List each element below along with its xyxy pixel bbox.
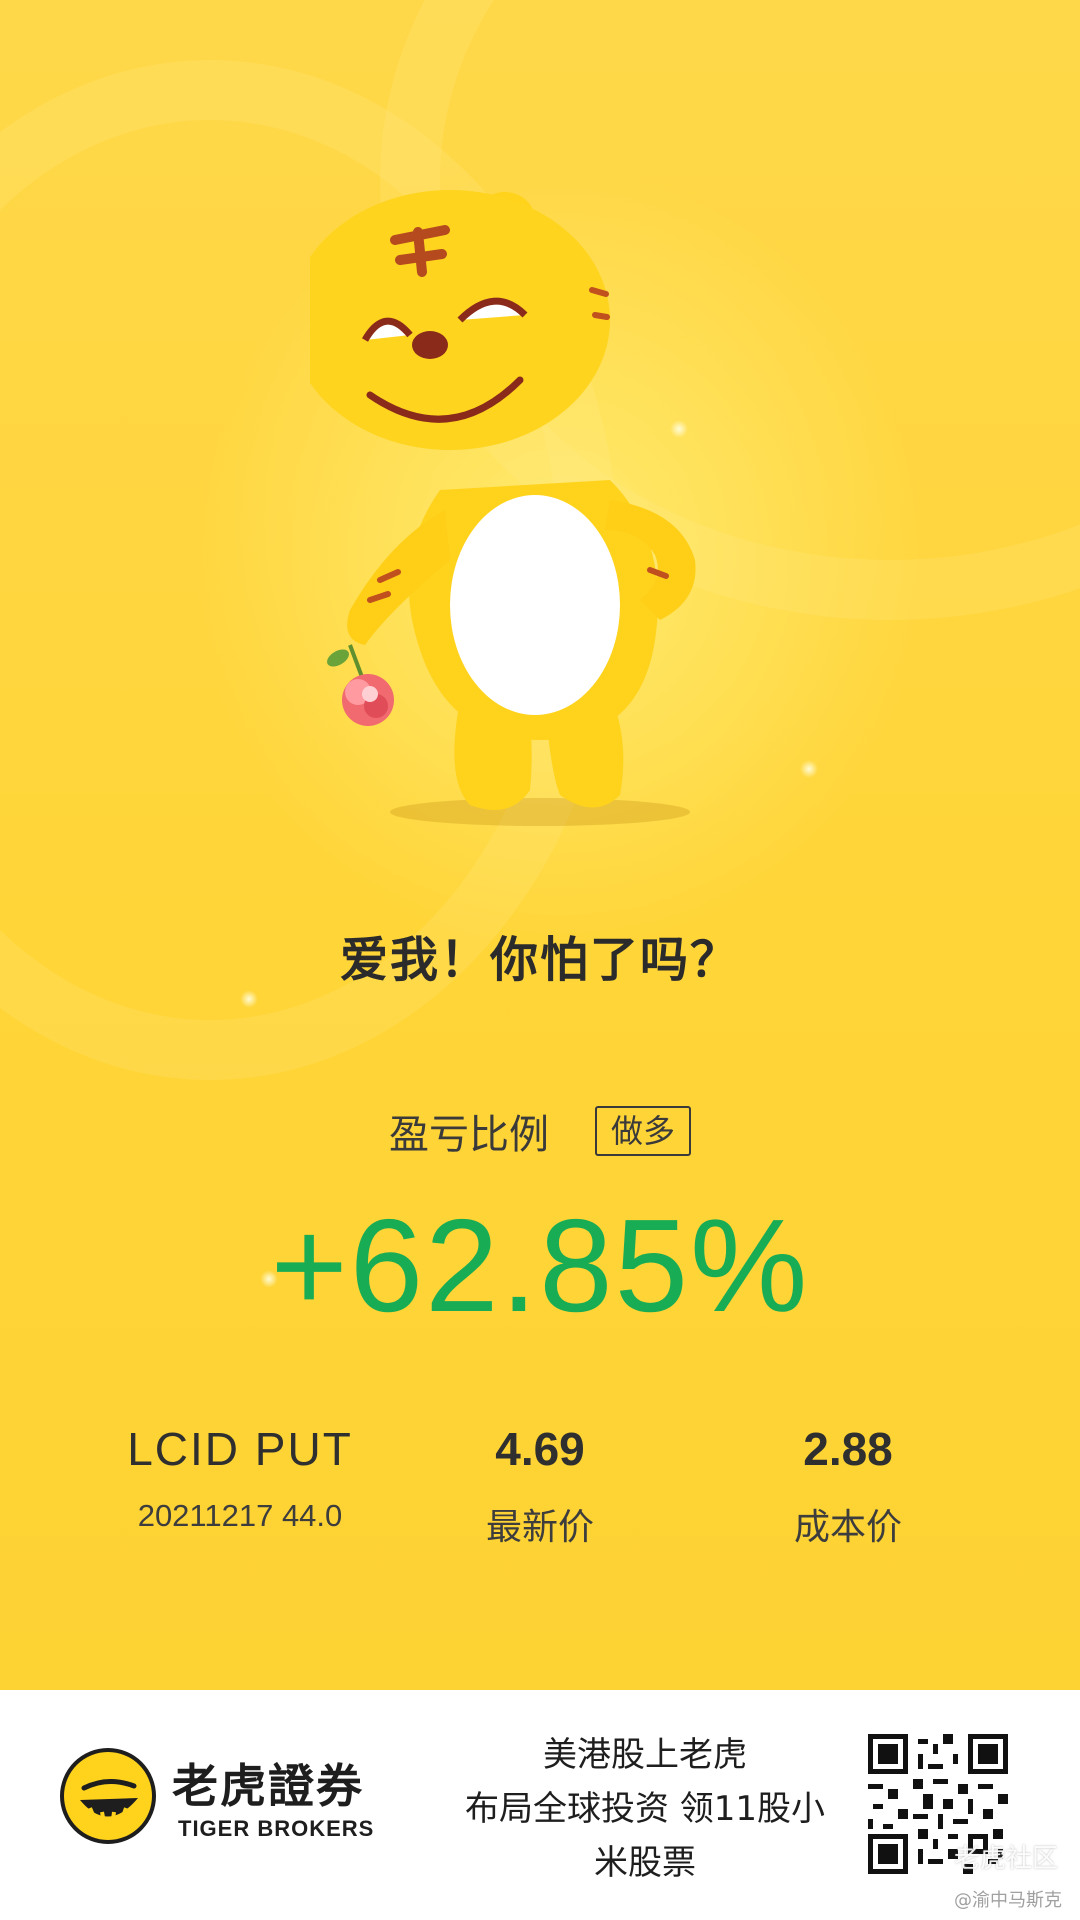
cost-price-value: 2.88 <box>803 1423 893 1475</box>
latest-price-value: 4.69 <box>495 1423 585 1475</box>
author-credit: @渝中马斯克 <box>954 1890 1062 1911</box>
profit-ratio-header: 盈亏比例 做多 <box>0 1102 1080 1160</box>
community-watermark: 老虎社区 <box>953 1844 1058 1874</box>
promo-line: 布局全球投资 领11股小 <box>464 1789 826 1829</box>
option-contract: 20211217 44.0 <box>137 1498 343 1533</box>
sparkle <box>240 990 258 1008</box>
cost-price-stat: 2.88 成本价 <box>748 1422 948 1550</box>
brand-name-cn: 老虎證券 <box>172 1759 364 1813</box>
latest-price-stat: 4.69 最新价 <box>440 1422 640 1550</box>
share-poster: 爱我！你怕了吗？ 盈亏比例 做多 +62.85% LCID PUT 202112… <box>0 0 1080 1690</box>
tiger-mascot-illustration <box>310 190 696 826</box>
profit-ratio-value: +62.85% <box>270 1192 810 1339</box>
cost-price-label: 成本价 <box>793 1507 902 1548</box>
promo-line: 美港股上老虎 <box>543 1735 747 1775</box>
profit-ratio-label: 盈亏比例 <box>388 1112 549 1158</box>
latest-price-label: 最新价 <box>485 1507 594 1548</box>
tagline: 爱我！你怕了吗？ <box>339 932 740 988</box>
sparkle <box>800 760 818 778</box>
direction-badge: 做多 <box>594 1106 691 1156</box>
tiger-brokers-logo-icon <box>60 1748 156 1844</box>
brand-name-en: TIGER BROKERS <box>178 1816 375 1841</box>
promo-line: 米股票 <box>594 1843 696 1883</box>
promo-text: 美港股上老虎 布局全球投资 领11股小 米股票 <box>440 1728 850 1890</box>
option-symbol: LCID PUT <box>127 1423 353 1475</box>
position-info: LCID PUT 20211217 44.0 <box>100 1422 380 1534</box>
share-footer: 老虎證券 TIGER BROKERS 美港股上老虎 布局全球投资 领11股小 米… <box>0 1690 1080 1920</box>
